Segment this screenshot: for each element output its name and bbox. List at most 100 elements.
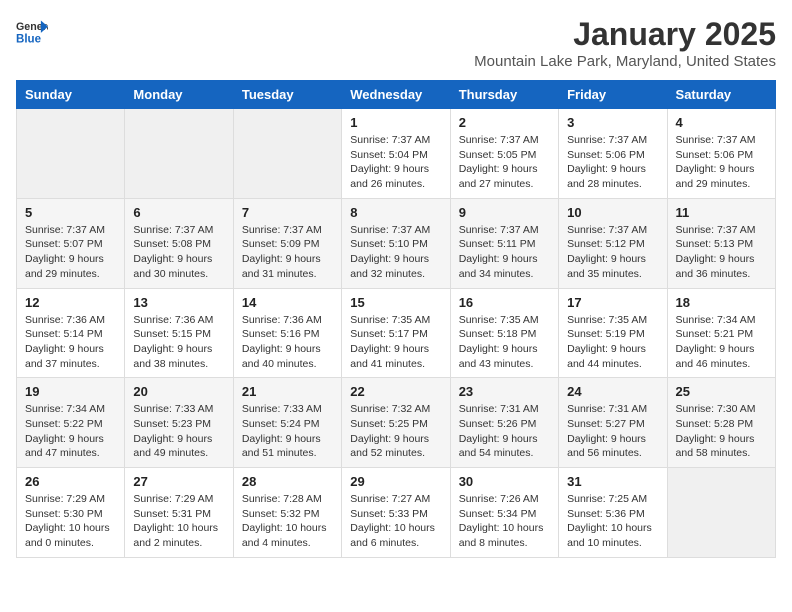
day-number: 13: [133, 295, 224, 310]
day-info: Sunrise: 7:31 AM Sunset: 5:27 PM Dayligh…: [567, 402, 658, 461]
calendar-cell: 1 Sunrise: 7:37 AM Sunset: 5:04 PM Daylig…: [342, 109, 450, 199]
logo-icon: General Blue: [16, 16, 48, 48]
logo: General Blue: [16, 16, 48, 48]
day-info: Sunrise: 7:35 AM Sunset: 5:19 PM Dayligh…: [567, 313, 658, 372]
day-number: 6: [133, 205, 224, 220]
calendar-cell: 7 Sunrise: 7:37 AM Sunset: 5:09 PM Daylig…: [233, 198, 341, 288]
day-info: Sunrise: 7:34 AM Sunset: 5:22 PM Dayligh…: [25, 402, 116, 461]
week-row-0: 1 Sunrise: 7:37 AM Sunset: 5:04 PM Daylig…: [17, 109, 776, 199]
day-info: Sunrise: 7:37 AM Sunset: 5:11 PM Dayligh…: [459, 223, 550, 282]
day-number: 10: [567, 205, 658, 220]
weekday-header-friday: Friday: [559, 81, 667, 109]
day-info: Sunrise: 7:30 AM Sunset: 5:28 PM Dayligh…: [676, 402, 767, 461]
day-info: Sunrise: 7:35 AM Sunset: 5:18 PM Dayligh…: [459, 313, 550, 372]
calendar-cell: 16 Sunrise: 7:35 AM Sunset: 5:18 PM Dayli…: [450, 288, 558, 378]
day-number: 24: [567, 384, 658, 399]
day-number: 23: [459, 384, 550, 399]
day-number: 27: [133, 474, 224, 489]
weekday-header-saturday: Saturday: [667, 81, 775, 109]
calendar-cell: 8 Sunrise: 7:37 AM Sunset: 5:10 PM Daylig…: [342, 198, 450, 288]
calendar-cell: 24 Sunrise: 7:31 AM Sunset: 5:27 PM Dayli…: [559, 378, 667, 468]
weekday-header-tuesday: Tuesday: [233, 81, 341, 109]
calendar-cell: 9 Sunrise: 7:37 AM Sunset: 5:11 PM Daylig…: [450, 198, 558, 288]
day-info: Sunrise: 7:33 AM Sunset: 5:23 PM Dayligh…: [133, 402, 224, 461]
day-info: Sunrise: 7:34 AM Sunset: 5:21 PM Dayligh…: [676, 313, 767, 372]
day-info: Sunrise: 7:37 AM Sunset: 5:12 PM Dayligh…: [567, 223, 658, 282]
day-number: 29: [350, 474, 441, 489]
day-info: Sunrise: 7:37 AM Sunset: 5:05 PM Dayligh…: [459, 133, 550, 192]
day-number: 22: [350, 384, 441, 399]
calendar-cell: 3Sunrise: 7:37 AM Sunset: 5:06 PM Daylig…: [559, 109, 667, 199]
calendar-cell: 15Sunrise: 7:35 AM Sunset: 5:17 PM Dayli…: [342, 288, 450, 378]
day-info: Sunrise: 7:29 AM Sunset: 5:30 PM Dayligh…: [25, 492, 116, 551]
day-info: Sunrise: 7:26 AM Sunset: 5:34 PM Dayligh…: [459, 492, 550, 551]
day-number: 1: [350, 115, 441, 130]
day-info: Sunrise: 7:33 AM Sunset: 5:24 PM Dayligh…: [242, 402, 333, 461]
day-number: 9: [459, 205, 550, 220]
calendar-cell: [667, 468, 775, 558]
day-number: 26: [25, 474, 116, 489]
day-info: Sunrise: 7:28 AM Sunset: 5:32 PM Dayligh…: [242, 492, 333, 551]
day-number: 7: [242, 205, 333, 220]
day-info: Sunrise: 7:32 AM Sunset: 5:25 PM Dayligh…: [350, 402, 441, 461]
day-number: 16: [459, 295, 550, 310]
day-number: 18: [676, 295, 767, 310]
day-number: 17: [567, 295, 658, 310]
day-info: Sunrise: 7:37 AM Sunset: 5:08 PM Dayligh…: [133, 223, 224, 282]
day-number: 25: [676, 384, 767, 399]
day-number: 20: [133, 384, 224, 399]
day-info: Sunrise: 7:37 AM Sunset: 5:06 PM Dayligh…: [676, 133, 767, 192]
day-info: Sunrise: 7:37 AM Sunset: 5:06 PM Dayligh…: [567, 133, 658, 192]
week-row-2: 12Sunrise: 7:36 AM Sunset: 5:14 PM Dayli…: [17, 288, 776, 378]
day-number: 12: [25, 295, 116, 310]
calendar-cell: 19 Sunrise: 7:34 AM Sunset: 5:22 PM Dayli…: [17, 378, 125, 468]
calendar-cell: 21 Sunrise: 7:33 AM Sunset: 5:24 PM Dayli…: [233, 378, 341, 468]
day-number: 15: [350, 295, 441, 310]
calendar-cell: 4 Sunrise: 7:37 AM Sunset: 5:06 PM Daylig…: [667, 109, 775, 199]
day-info: Sunrise: 7:37 AM Sunset: 5:10 PM Dayligh…: [350, 223, 441, 282]
calendar-cell: 23 Sunrise: 7:31 AM Sunset: 5:26 PM Dayli…: [450, 378, 558, 468]
calendar-cell: [17, 109, 125, 199]
weekday-header-monday: Monday: [125, 81, 233, 109]
calendar-cell: 12Sunrise: 7:36 AM Sunset: 5:14 PM Dayli…: [17, 288, 125, 378]
day-number: 8: [350, 205, 441, 220]
calendar-cell: 18 Sunrise: 7:34 AM Sunset: 5:21 PM Dayli…: [667, 288, 775, 378]
day-number: 5: [25, 205, 116, 220]
week-row-3: 19 Sunrise: 7:34 AM Sunset: 5:22 PM Dayli…: [17, 378, 776, 468]
weekday-header-sunday: Sunday: [17, 81, 125, 109]
header: General Blue January 2025 Mountain Lake …: [16, 16, 776, 70]
day-number: 21: [242, 384, 333, 399]
day-info: Sunrise: 7:37 AM Sunset: 5:07 PM Dayligh…: [25, 223, 116, 282]
day-info: Sunrise: 7:36 AM Sunset: 5:15 PM Dayligh…: [133, 313, 224, 372]
day-info: Sunrise: 7:37 AM Sunset: 5:09 PM Dayligh…: [242, 223, 333, 282]
calendar-cell: 30 Sunrise: 7:26 AM Sunset: 5:34 PM Dayli…: [450, 468, 558, 558]
calendar-cell: 17 Sunrise: 7:35 AM Sunset: 5:19 PM Dayli…: [559, 288, 667, 378]
weekday-header-thursday: Thursday: [450, 81, 558, 109]
day-number: 4: [676, 115, 767, 130]
calendar-cell: [233, 109, 341, 199]
month-title: January 2025: [474, 16, 776, 53]
calendar-cell: 22 Sunrise: 7:32 AM Sunset: 5:25 PM Dayli…: [342, 378, 450, 468]
calendar-cell: 2 Sunrise: 7:37 AM Sunset: 5:05 PM Daylig…: [450, 109, 558, 199]
weekday-header-wednesday: Wednesday: [342, 81, 450, 109]
calendar-cell: 29Sunrise: 7:27 AM Sunset: 5:33 PM Dayli…: [342, 468, 450, 558]
day-info: Sunrise: 7:29 AM Sunset: 5:31 PM Dayligh…: [133, 492, 224, 551]
day-number: 31: [567, 474, 658, 489]
day-info: Sunrise: 7:37 AM Sunset: 5:04 PM Dayligh…: [350, 133, 441, 192]
calendar-cell: 13 Sunrise: 7:36 AM Sunset: 5:15 PM Dayli…: [125, 288, 233, 378]
day-number: 19: [25, 384, 116, 399]
calendar-cell: 14 Sunrise: 7:36 AM Sunset: 5:16 PM Dayli…: [233, 288, 341, 378]
day-number: 2: [459, 115, 550, 130]
day-info: Sunrise: 7:31 AM Sunset: 5:26 PM Dayligh…: [459, 402, 550, 461]
calendar: SundayMondayTuesdayWednesdayThursdayFrid…: [16, 80, 776, 558]
weekday-header-row: SundayMondayTuesdayWednesdayThursdayFrid…: [17, 81, 776, 109]
day-info: Sunrise: 7:25 AM Sunset: 5:36 PM Dayligh…: [567, 492, 658, 551]
day-number: 28: [242, 474, 333, 489]
day-info: Sunrise: 7:37 AM Sunset: 5:13 PM Dayligh…: [676, 223, 767, 282]
day-number: 14: [242, 295, 333, 310]
day-number: 30: [459, 474, 550, 489]
day-info: Sunrise: 7:36 AM Sunset: 5:16 PM Dayligh…: [242, 313, 333, 372]
day-number: 11: [676, 205, 767, 220]
calendar-cell: 6 Sunrise: 7:37 AM Sunset: 5:08 PM Daylig…: [125, 198, 233, 288]
calendar-cell: 27 Sunrise: 7:29 AM Sunset: 5:31 PM Dayli…: [125, 468, 233, 558]
